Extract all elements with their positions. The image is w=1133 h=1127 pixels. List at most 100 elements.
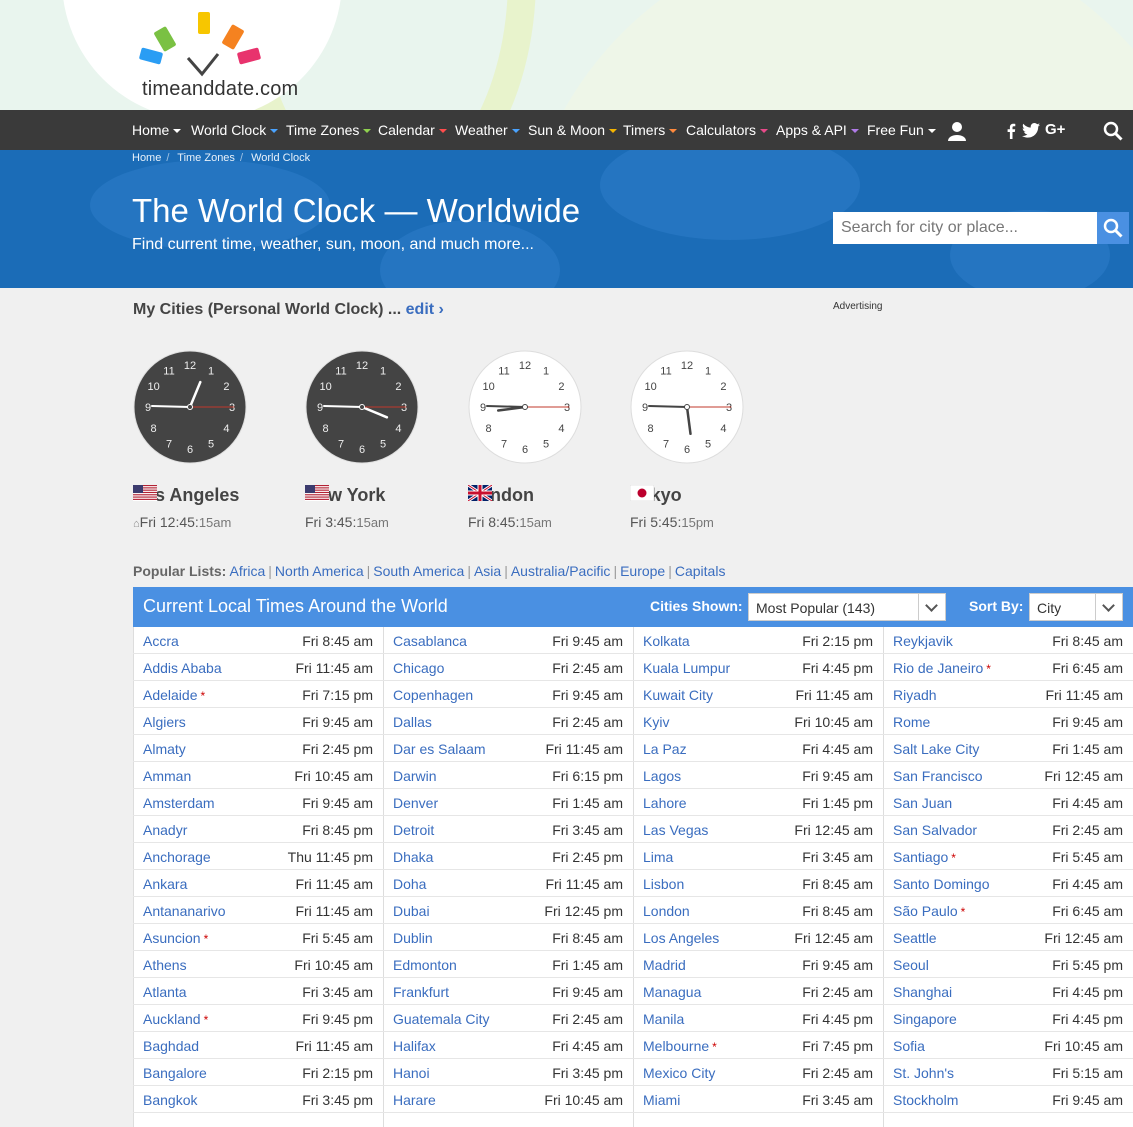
city-link[interactable]: San Juan	[893, 795, 952, 811]
city-link[interactable]: Atlanta	[143, 984, 187, 1000]
city-link[interactable]: Denver	[393, 795, 438, 811]
city-link[interactable]: Dublin	[393, 930, 433, 946]
city-link[interactable]: Amsterdam	[143, 795, 215, 811]
city-link[interactable]: Chicago	[393, 660, 444, 676]
city-link[interactable]: La Paz	[643, 741, 687, 757]
city-link[interactable]: Rio de Janeiro *	[893, 660, 991, 676]
city-link[interactable]: Bangalore	[143, 1065, 207, 1081]
city-link[interactable]: Shanghai	[893, 984, 952, 1000]
city-link[interactable]: Singapore	[893, 1011, 957, 1027]
city-link[interactable]: Las Vegas	[643, 822, 708, 838]
city-name[interactable]: New York	[305, 485, 385, 506]
city-link[interactable]: Manila	[643, 1011, 684, 1027]
city-link[interactable]: Halifax	[393, 1038, 436, 1054]
popular-link-africa[interactable]: Africa	[229, 563, 265, 579]
city-link[interactable]: Adelaide *	[143, 687, 205, 703]
city-name[interactable]: London	[468, 485, 534, 506]
city-link[interactable]: Los Angeles	[643, 930, 719, 946]
breadcrumb-time-zones[interactable]: Time Zones	[177, 152, 235, 164]
search-input[interactable]	[833, 212, 1097, 244]
city-link[interactable]: Darwin	[393, 768, 437, 784]
nav-calendar[interactable]: Calendar	[378, 122, 447, 138]
city-link[interactable]: Rome	[893, 714, 930, 730]
city-link[interactable]: Anchorage	[143, 849, 211, 865]
logo-text[interactable]: timeanddate.com	[142, 78, 298, 101]
city-link[interactable]: Miami	[643, 1092, 680, 1108]
city-link[interactable]: St. John's	[893, 1065, 954, 1081]
city-link[interactable]: Dubai	[393, 903, 430, 919]
search-button[interactable]	[1097, 212, 1129, 244]
city-link[interactable]: Algiers	[143, 714, 186, 730]
city-link[interactable]: Harare	[393, 1092, 436, 1108]
popular-link-north-america[interactable]: North America	[275, 563, 364, 579]
city-link[interactable]: Auckland *	[143, 1011, 208, 1027]
city-link[interactable]: Riyadh	[893, 687, 937, 703]
city-link[interactable]: Casablanca	[393, 633, 467, 649]
city-link[interactable]: Seattle	[893, 930, 937, 946]
nav-free-fun[interactable]: Free Fun	[867, 122, 936, 138]
city-link[interactable]: Edmonton	[393, 957, 457, 973]
city-link[interactable]: Madrid	[643, 957, 686, 973]
city-link[interactable]: Guatemala City	[393, 1011, 489, 1027]
city-link[interactable]: London	[643, 903, 690, 919]
twitter-icon[interactable]	[1022, 123, 1040, 138]
city-link[interactable]: Melbourne *	[643, 1038, 717, 1054]
sort-by-select[interactable]: City	[1029, 593, 1123, 621]
city-link[interactable]: Copenhagen	[393, 687, 473, 703]
nav-home[interactable]: Home	[132, 122, 182, 138]
popular-link-europe[interactable]: Europe	[620, 563, 665, 579]
city-link[interactable]: Frankfurt	[393, 984, 449, 1000]
city-link[interactable]: Anadyr	[143, 822, 187, 838]
city-link[interactable]: Stockholm	[893, 1092, 958, 1108]
city-link[interactable]: Lahore	[643, 795, 687, 811]
city-link[interactable]: Seoul	[893, 957, 929, 973]
city-link[interactable]: Bangkok	[143, 1092, 197, 1108]
city-link[interactable]: Dar es Salaam	[393, 741, 486, 757]
city-link[interactable]: Kuwait City	[643, 687, 713, 703]
popular-link-capitals[interactable]: Capitals	[675, 563, 726, 579]
city-link[interactable]: Lisbon	[643, 876, 684, 892]
city-link[interactable]: Kyiv	[643, 714, 669, 730]
city-name[interactable]: Tokyo	[630, 485, 682, 506]
city-link[interactable]: Baghdad	[143, 1038, 199, 1054]
city-link[interactable]: Mexico City	[643, 1065, 715, 1081]
city-link[interactable]: Ankara	[143, 876, 187, 892]
nav-sun-moon[interactable]: Sun & Moon	[528, 122, 618, 138]
city-link[interactable]: Antananarivo	[143, 903, 226, 919]
city-link[interactable]: Doha	[393, 876, 426, 892]
city-link[interactable]: San Francisco	[893, 768, 982, 784]
logo-icon[interactable]	[138, 8, 268, 78]
popular-link-south-america[interactable]: South America	[373, 563, 464, 579]
city-link[interactable]: Lima	[643, 849, 673, 865]
city-link[interactable]: Kolkata	[643, 633, 690, 649]
nav-apps-api[interactable]: Apps & API	[776, 122, 859, 138]
city-link[interactable]: Sofia	[893, 1038, 925, 1054]
city-link[interactable]: Accra	[143, 633, 179, 649]
edit-my-cities-link[interactable]: edit ›	[406, 301, 444, 318]
city-link[interactable]: Santo Domingo	[893, 876, 990, 892]
city-name[interactable]: Los Angeles	[133, 485, 239, 506]
city-link[interactable]: Detroit	[393, 822, 434, 838]
city-link[interactable]: Asuncion *	[143, 930, 208, 946]
city-link[interactable]: Kuala Lumpur	[643, 660, 730, 676]
city-link[interactable]: Almaty	[143, 741, 186, 757]
popular-link-australia-pacific[interactable]: Australia/Pacific	[511, 563, 611, 579]
search-icon[interactable]	[1103, 121, 1123, 141]
city-link[interactable]: Amman	[143, 768, 191, 784]
breadcrumb-world-clock[interactable]: World Clock	[251, 152, 310, 164]
user-icon[interactable]	[947, 121, 967, 141]
nav-calculators[interactable]: Calculators	[686, 122, 769, 138]
city-link[interactable]: Reykjavik	[893, 633, 953, 649]
nav-world-clock[interactable]: World Clock	[191, 122, 279, 138]
city-link[interactable]: Addis Ababa	[143, 660, 222, 676]
popular-link-asia[interactable]: Asia	[474, 563, 501, 579]
facebook-icon[interactable]	[1006, 123, 1016, 139]
city-link[interactable]: Dhaka	[393, 849, 433, 865]
city-link[interactable]: San Salvador	[893, 822, 977, 838]
city-link[interactable]: São Paulo *	[893, 903, 965, 919]
google-plus-icon[interactable]: G+	[1045, 121, 1065, 138]
breadcrumb-home[interactable]: Home	[132, 152, 161, 164]
nav-timers[interactable]: Timers	[623, 122, 678, 138]
cities-shown-select[interactable]: Most Popular (143)	[748, 593, 946, 621]
nav-time-zones[interactable]: Time Zones	[286, 122, 372, 138]
